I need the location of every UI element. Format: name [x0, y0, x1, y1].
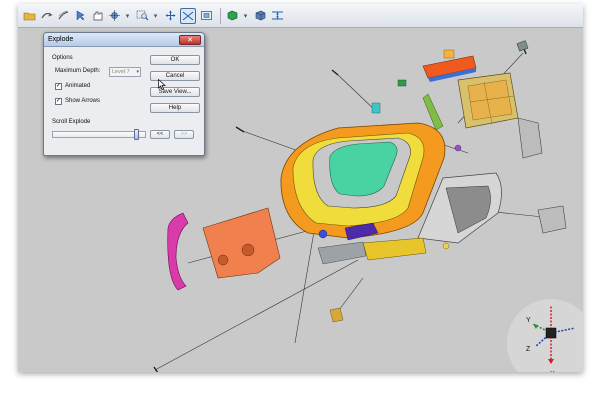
shaded-icon[interactable] — [225, 9, 239, 23]
scroll-explode-label: Scroll Explode — [52, 119, 91, 125]
chevron-down-icon[interactable]: ▾ — [242, 9, 249, 23]
next-step-button[interactable]: >> — [174, 130, 194, 139]
pan-icon[interactable] — [56, 9, 70, 23]
chevron-down-icon[interactable]: ▾ — [124, 9, 131, 23]
rotate-icon[interactable] — [39, 9, 53, 23]
show-arrows-checkbox[interactable]: ✓ — [55, 98, 62, 105]
view-cube-icon[interactable] — [199, 9, 213, 23]
dialog-titlebar[interactable]: Explode ✕ — [44, 33, 204, 47]
dialog-title: Explode — [48, 36, 74, 43]
mouse-pointer-icon — [158, 79, 166, 90]
box-icon[interactable] — [253, 9, 267, 23]
close-icon: ✕ — [187, 36, 193, 44]
explode-icon[interactable] — [270, 9, 284, 23]
chevron-down-icon: ▾ — [136, 69, 139, 75]
max-depth-select[interactable]: Level 7 ▾ — [109, 67, 141, 77]
triad-z-label: Z — [526, 346, 531, 353]
close-button[interactable]: ✕ — [179, 34, 201, 45]
slider-thumb[interactable] — [134, 129, 139, 140]
triad-y-label: Y — [526, 317, 531, 324]
cad-application-window: ▾ ▾ ▾ Y Z Explode ✕ Options Maximum Dept… — [18, 4, 583, 372]
main-toolbar: ▾ ▾ ▾ — [18, 4, 583, 28]
triad-x-label: X — [550, 371, 555, 372]
max-depth-value: Level 7 — [112, 69, 130, 75]
zoom-extents-icon[interactable] — [163, 9, 177, 23]
ok-button[interactable]: OK — [150, 55, 200, 65]
previous-step-button[interactable]: << — [150, 130, 170, 139]
scroll-explode-slider[interactable] — [52, 131, 146, 138]
toolbar-separator — [220, 7, 221, 24]
select-icon[interactable] — [73, 9, 87, 23]
show-arrows-label: Show Arrows — [65, 98, 101, 104]
fit-all-icon[interactable] — [180, 7, 196, 24]
animated-checkbox[interactable]: ✓ — [55, 83, 62, 90]
zoom-window-icon[interactable] — [135, 9, 149, 23]
animated-label: Animated — [65, 83, 91, 89]
options-label: Options — [52, 55, 73, 61]
open-folder-icon[interactable] — [22, 9, 36, 23]
chevron-down-icon[interactable]: ▾ — [152, 9, 159, 23]
explode-dialog: Explode ✕ Options Maximum Depth: Level 7… — [43, 32, 205, 156]
orbit-icon[interactable] — [107, 9, 121, 23]
max-depth-label: Maximum Depth: — [55, 68, 101, 74]
help-button[interactable]: Help — [150, 103, 200, 113]
hand-icon[interactable] — [90, 9, 104, 23]
